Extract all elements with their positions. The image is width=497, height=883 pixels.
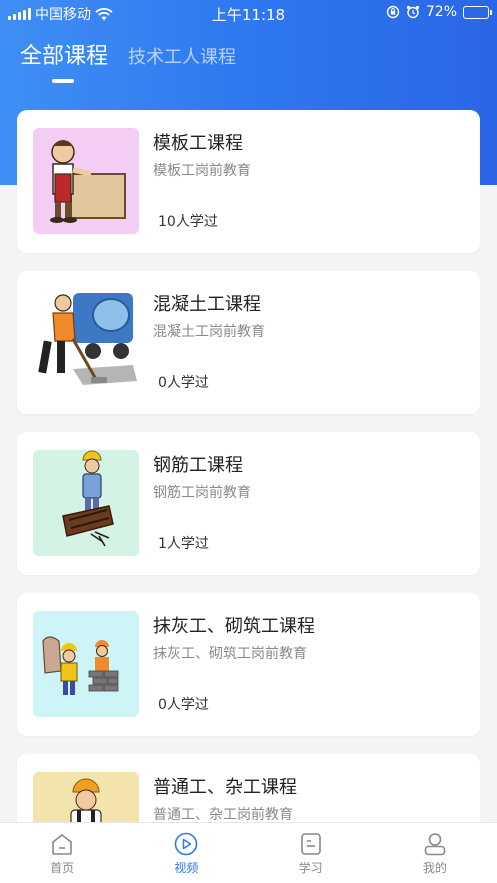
active-tab-indicator: [52, 79, 74, 83]
course-subtitle: 钢筋工岗前教育: [153, 485, 251, 501]
course-subtitle: 混凝土工岗前教育: [153, 324, 265, 340]
lock-rotation-icon: [386, 5, 400, 19]
home-icon: [52, 833, 72, 855]
nav-video[interactable]: 视频: [124, 823, 248, 883]
course-tabs: 全部课程 技术工人课程: [20, 38, 236, 70]
nav-profile-label: 我的: [422, 861, 447, 875]
battery-percent: 72%: [425, 4, 457, 20]
course-title: 普通工、杂工课程: [153, 777, 297, 798]
nav-home-label: 首页: [50, 861, 75, 875]
nav-study[interactable]: 学习: [249, 823, 373, 883]
learner-count: 0人学过: [158, 697, 209, 713]
alarm-icon: [406, 5, 419, 19]
course-subtitle: 普通工、杂工岗前教育: [153, 807, 293, 823]
course-card[interactable]: 模板工课程 模板工岗前教育 10人学过: [17, 110, 480, 253]
battery-icon: [463, 5, 492, 19]
course-thumbnail: [33, 289, 139, 395]
tab-all-courses[interactable]: 全部课程: [20, 38, 108, 70]
course-thumbnail: [33, 450, 139, 556]
concrete-worker-icon: [38, 293, 137, 385]
course-card[interactable]: 混凝土工课程 混凝土工岗前教育 0人学过: [17, 271, 480, 414]
nav-video-label: 视频: [174, 861, 199, 875]
course-title: 模板工课程: [153, 133, 243, 154]
course-list: 模板工课程 模板工岗前教育 10人学过 混凝土工课程 混凝土工岗前教育 0人学过: [17, 110, 480, 883]
nav-profile[interactable]: 我的: [373, 823, 497, 883]
course-title: 混凝土工课程: [153, 294, 261, 315]
formwork-worker-icon: [50, 140, 126, 223]
course-card[interactable]: 抹灰工、砌筑工课程 抹灰工、砌筑工岗前教育 0人学过: [17, 593, 480, 736]
nav-study-label: 学习: [298, 861, 323, 875]
course-thumbnail: [33, 611, 139, 717]
course-title: 抹灰工、砌筑工课程: [153, 616, 315, 637]
status-bar: 中国移动 上午11:18 72%: [0, 0, 497, 26]
learner-count: 1人学过: [158, 536, 209, 552]
learner-count: 10人学过: [158, 214, 218, 230]
nav-home[interactable]: 首页: [0, 823, 124, 883]
learner-count: 0人学过: [158, 375, 209, 391]
course-title: 钢筋工课程: [153, 455, 243, 476]
course-thumbnail: [33, 128, 139, 234]
profile-icon: [424, 833, 446, 856]
bottom-navigation: 首页 视频 学习 我的: [0, 822, 497, 883]
study-icon: [300, 833, 321, 855]
course-subtitle: 抹灰工、砌筑工岗前教育: [153, 646, 307, 662]
rebar-worker-icon: [62, 450, 114, 547]
plaster-mason-icon: [42, 636, 119, 695]
course-subtitle: 模板工岗前教育: [153, 163, 251, 179]
course-card[interactable]: 钢筋工课程 钢筋工岗前教育 1人学过: [17, 432, 480, 575]
video-icon: [175, 832, 198, 856]
tab-skilled-worker-courses[interactable]: 技术工人课程: [128, 43, 236, 69]
